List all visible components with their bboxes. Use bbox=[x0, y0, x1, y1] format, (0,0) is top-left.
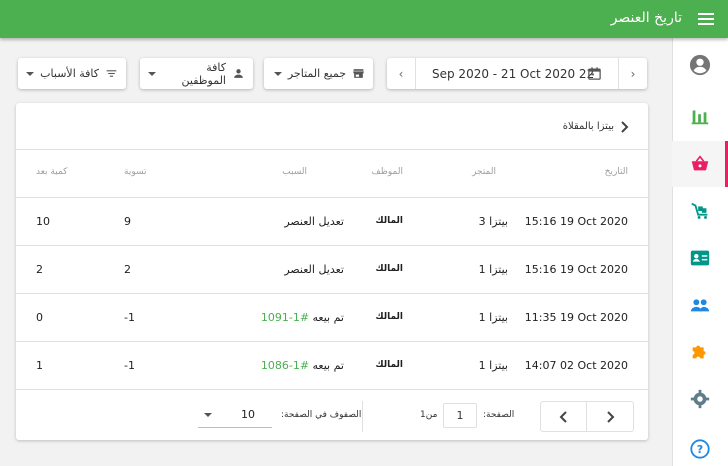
row-date: 15:16 19 Oct 2020 bbox=[524, 215, 628, 228]
row-date: 14:07 02 Oct 2020 bbox=[524, 359, 628, 372]
column-employee: الموظف bbox=[371, 167, 403, 177]
row-store: بيتزا 1 bbox=[478, 263, 508, 276]
pagination-bar: الصفحة: 1 من1 الصفوف في الصفحة: 10 bbox=[16, 393, 648, 440]
row-adjustment: -1 bbox=[124, 311, 135, 324]
reason-text: تعديل العنصر bbox=[284, 215, 344, 228]
row-qty-after: 0 bbox=[36, 311, 43, 324]
page-title: تاريخ العنصر bbox=[610, 10, 682, 26]
top-app-bar: تاريخ العنصر bbox=[0, 0, 728, 38]
row-employee: المالك bbox=[375, 312, 403, 322]
column-reason: السبب bbox=[282, 167, 307, 177]
reason-text: تعديل العنصر bbox=[284, 263, 344, 276]
employees-filter[interactable]: كافة الموظفين bbox=[140, 58, 253, 89]
row-employee: المالك bbox=[375, 360, 403, 370]
previous-period-button[interactable]: ‹ bbox=[387, 58, 416, 89]
item-name: بيتزا بالمقلاة bbox=[562, 121, 614, 132]
rows-per-page-label: الصفوف في الصفحة: bbox=[281, 410, 362, 420]
person-icon bbox=[234, 69, 243, 78]
chevron-right-icon[interactable] bbox=[620, 121, 629, 133]
chevron-down-icon bbox=[204, 413, 212, 417]
reasons-filter[interactable]: كافة الأسباب bbox=[18, 58, 126, 89]
date-range-picker: ‹ Sep 2020 - 21 Oct 2020 22 › bbox=[387, 58, 647, 89]
previous-page-button[interactable] bbox=[541, 402, 587, 431]
chevron-right-icon bbox=[606, 410, 614, 423]
row-date: 11:35 19 Oct 2020 bbox=[524, 311, 628, 324]
basket-icon[interactable] bbox=[672, 141, 728, 187]
row-qty-after: 10 bbox=[36, 215, 50, 228]
chevron-down-icon bbox=[148, 71, 156, 76]
row-store: بيتزا 1 bbox=[478, 359, 508, 372]
column-date: التاريخ bbox=[604, 167, 628, 177]
table-row[interactable]: 15:16 19 Oct 2020 بيتزا 3 المالك تعديل ا… bbox=[16, 198, 648, 246]
row-qty-after: 1 bbox=[36, 359, 43, 372]
table-row[interactable]: 14:07 02 Oct 2020 بيتزا 1 المالك تم بيعه… bbox=[16, 342, 648, 390]
help-icon[interactable]: ? bbox=[672, 426, 728, 466]
row-reason: تم بيعه #1-1091 bbox=[261, 311, 344, 324]
store-icon bbox=[353, 69, 364, 78]
item-history-card: بيتزا بالمقلاة التاريخ المتجر الموظف الس… bbox=[16, 103, 648, 440]
column-qty-after: كمية بعد bbox=[36, 167, 68, 177]
table-row[interactable]: 11:35 19 Oct 2020 بيتزا 1 المالك تم بيعه… bbox=[16, 294, 648, 342]
svg-text:?: ? bbox=[697, 443, 703, 456]
row-adjustment: 9 bbox=[124, 215, 131, 228]
date-range-text[interactable]: Sep 2020 - 21 Oct 2020 22 bbox=[432, 67, 594, 81]
page-label: الصفحة: bbox=[483, 410, 515, 420]
calendar-icon[interactable] bbox=[587, 66, 602, 81]
filter-icon bbox=[106, 70, 117, 77]
row-employee: المالك bbox=[375, 216, 403, 226]
column-adjustment: تسوية bbox=[124, 167, 147, 177]
rows-per-page-value: 10 bbox=[241, 408, 255, 421]
next-page-button[interactable] bbox=[587, 402, 633, 431]
stores-filter-label: جميع المتاجر bbox=[287, 67, 346, 80]
receipt-link[interactable]: #1-1091 bbox=[261, 311, 309, 324]
settings-icon[interactable] bbox=[672, 376, 728, 422]
row-reason: تم بيعه #1-1086 bbox=[261, 359, 344, 372]
account-icon[interactable] bbox=[672, 42, 728, 88]
row-adjustment: 2 bbox=[124, 263, 131, 276]
reason-text: تم بيعه bbox=[309, 311, 344, 324]
reports-icon[interactable] bbox=[672, 93, 728, 139]
divider bbox=[362, 401, 363, 432]
integrations-icon[interactable] bbox=[672, 329, 728, 375]
employees-filter-label: كافة الموظفين bbox=[181, 60, 226, 87]
next-period-button[interactable]: › bbox=[618, 58, 647, 89]
customers-icon[interactable] bbox=[672, 282, 728, 328]
row-reason: تعديل العنصر bbox=[284, 263, 344, 276]
row-adjustment: -1 bbox=[124, 359, 135, 372]
sidebar: ? bbox=[672, 38, 728, 466]
row-store: بيتزا 3 bbox=[478, 215, 508, 228]
stores-filter[interactable]: جميع المتاجر bbox=[264, 58, 373, 89]
table-row[interactable]: 15:16 19 Oct 2020 بيتزا 1 المالك تعديل ا… bbox=[16, 246, 648, 294]
inventory-icon[interactable] bbox=[672, 188, 728, 234]
page-input[interactable]: 1 bbox=[443, 403, 477, 428]
rows-per-page-select[interactable]: 10 bbox=[198, 403, 272, 428]
reasons-filter-label: كافة الأسباب bbox=[40, 67, 99, 80]
chevron-down-icon bbox=[273, 71, 282, 76]
hamburger-menu-icon[interactable] bbox=[698, 10, 714, 28]
receipt-link[interactable]: #1-1086 bbox=[261, 359, 309, 372]
page-of-label: من1 bbox=[420, 410, 438, 420]
reason-text: تم بيعه bbox=[309, 359, 344, 372]
row-store: بيتزا 1 bbox=[478, 311, 508, 324]
pager-buttons bbox=[540, 401, 634, 432]
chevron-down-icon bbox=[26, 71, 35, 76]
employee-card-icon[interactable] bbox=[672, 235, 728, 281]
row-reason: تعديل العنصر bbox=[284, 215, 344, 228]
card-header: بيتزا بالمقلاة bbox=[16, 103, 648, 150]
row-date: 15:16 19 Oct 2020 bbox=[524, 263, 628, 276]
chevron-left-icon bbox=[559, 410, 567, 423]
row-employee: المالك bbox=[375, 264, 403, 274]
column-store: المتجر bbox=[472, 167, 496, 177]
row-qty-after: 2 bbox=[36, 263, 43, 276]
